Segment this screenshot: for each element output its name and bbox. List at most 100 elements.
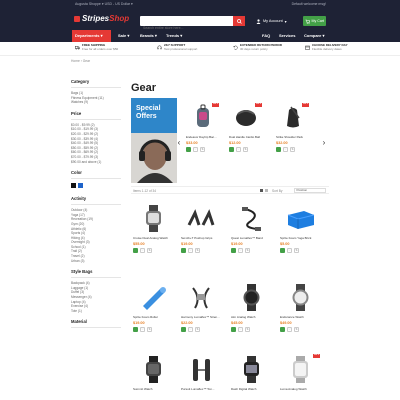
special-offers-banner[interactable]: Special Offers [131, 98, 177, 183]
compare-icon[interactable]: ⇅ [290, 147, 295, 152]
add-to-cart-button[interactable] [181, 248, 186, 253]
product-card[interactable]: Set Ab+T Pushup Grips $19.00 ♡ ⇅ [179, 201, 224, 261]
compare-icon[interactable]: ⇅ [200, 147, 205, 152]
product-card[interactable]: Sprite Foam Roller $19.00 ♡ ⇅ [131, 280, 176, 340]
add-to-cart-button[interactable] [276, 147, 281, 152]
compare-icon[interactable]: ⇅ [245, 327, 250, 332]
compare-icon[interactable]: ⇅ [195, 248, 200, 253]
add-to-cart-button[interactable] [186, 147, 191, 152]
departments-menu[interactable]: Departments ▾ [72, 30, 111, 42]
compare-icon[interactable]: ⇅ [195, 327, 200, 332]
product-name[interactable]: Dual Handle Cardio Ball [229, 135, 263, 139]
cart-button[interactable]: My Cart [303, 16, 326, 26]
product-card[interactable]: Sprite Foam Yoga Brick $5.00 ♡ ⇅ [278, 201, 323, 261]
product-name[interactable]: Sprite Foam Roller [133, 315, 176, 319]
carousel-prev-arrow[interactable]: ‹ [176, 138, 182, 147]
wishlist-heart-icon[interactable]: ♡ [238, 327, 243, 332]
sale-badge: SALE [313, 354, 320, 358]
compare-icon[interactable]: ⇅ [294, 327, 299, 332]
filter-title[interactable]: Style Bags [71, 269, 121, 279]
product-name[interactable]: Summit Watch [133, 387, 176, 391]
nav-item-faq[interactable]: FAQ [262, 30, 270, 42]
wishlist-heart-icon[interactable]: ♡ [287, 327, 292, 332]
nav-item-services[interactable]: Services [279, 30, 295, 42]
nav-item-brands[interactable]: Brands ▾ [140, 30, 157, 42]
compare-icon[interactable]: ⇅ [245, 248, 250, 253]
carousel-next-arrow[interactable]: › [321, 138, 327, 147]
add-to-cart-button[interactable] [133, 248, 138, 253]
store-logo[interactable]: StripesShop [74, 13, 129, 24]
wishlist-heart-icon[interactable]: ♡ [140, 248, 145, 253]
wishlist-heart-icon[interactable]: ♡ [238, 248, 243, 253]
compare-icon[interactable]: ⇅ [243, 147, 248, 152]
add-to-cart-button[interactable] [229, 147, 234, 152]
account-link[interactable]: My Account ▾ [256, 18, 287, 24]
wishlist-heart-icon[interactable]: ♡ [188, 327, 193, 332]
add-to-cart-button[interactable] [280, 327, 285, 332]
search-button[interactable] [233, 16, 245, 26]
filter-option[interactable]: Tote (1) [71, 309, 121, 314]
cardio-ball-image [236, 110, 256, 126]
filter-title[interactable]: Material [71, 319, 121, 329]
product-price: $19.00 [133, 321, 145, 325]
product-card[interactable]: Harmony Lumaflex™ Stren... $22.00 ♡ ⇅ [179, 280, 224, 340]
product-name[interactable]: Strike Shoulder Pack [276, 135, 310, 139]
nav-item-trends[interactable]: Trends ▾ [166, 30, 182, 42]
filter-title[interactable]: Category [71, 79, 121, 88]
wishlist-heart-icon[interactable]: ♡ [287, 248, 292, 253]
store-currency-switcher[interactable]: Augusta Shoppe ▾ USD - US Dollar ▾ [75, 2, 133, 6]
product-name[interactable]: Dash Digital Watch [231, 387, 274, 391]
product-card[interactable]: SALE Luma Analog Watch [278, 352, 323, 400]
grid-view-icon[interactable] [260, 189, 263, 192]
cart-icon [305, 19, 310, 24]
filter-option[interactable]: $90.00 and above (1) [71, 160, 121, 165]
product-name[interactable]: Set Ab+T Pushup Grips [181, 236, 224, 240]
filter-title[interactable]: Price [71, 111, 121, 120]
add-to-cart-button[interactable] [231, 327, 236, 332]
add-to-cart-button[interactable] [181, 327, 186, 332]
promo-product-card[interactable]: SALE Endeavor Daytrip Bac... $33.00 ♡ ⇅ [186, 98, 220, 183]
list-view-icon[interactable] [264, 189, 268, 192]
breadcrumb[interactable]: Home › Gear [71, 59, 90, 63]
sort-select[interactable]: Position [294, 188, 326, 193]
product-card[interactable]: Quest Lumaflex™ Band $19.00 ♡ ⇅ [229, 201, 274, 261]
wishlist-heart-icon[interactable]: ♡ [188, 248, 193, 253]
product-card[interactable]: Endurance Watch $49.00 ♡ ⇅ [278, 280, 323, 340]
product-name[interactable]: Luma Analog Watch [280, 387, 323, 391]
wishlist-heart-icon[interactable]: ♡ [283, 147, 288, 152]
color-swatch-blue[interactable] [77, 183, 83, 189]
add-to-cart-button[interactable] [280, 248, 285, 253]
add-to-cart-button[interactable] [231, 248, 236, 253]
nav-item-compare[interactable]: Compare ▾ [304, 30, 324, 42]
promo-product-card[interactable]: SALE Dual Handle Cardio Ball $12.00 ♡ ⇅ [229, 98, 263, 183]
view-mode-switcher[interactable] [260, 189, 268, 192]
wishlist-heart-icon[interactable]: ♡ [140, 327, 145, 332]
compare-icon[interactable]: ⇅ [147, 248, 152, 253]
product-name[interactable]: Endeavor Daytrip Bac... [186, 135, 220, 139]
product-name[interactable]: Sprite Foam Yoga Brick [280, 236, 323, 240]
wishlist-heart-icon[interactable]: ♡ [193, 147, 198, 152]
filter-title[interactable]: Color [71, 170, 121, 180]
product-name[interactable]: Pursuit Lumaflex™ Ton... [181, 387, 224, 391]
promo-product-card[interactable]: SALE Strike Shoulder Pack $32.00 ♡ ⇅ [276, 98, 310, 183]
product-name[interactable]: Harmony Lumaflex™ Stren... [181, 315, 224, 319]
wishlist-heart-icon[interactable]: ♡ [236, 147, 241, 152]
compare-icon[interactable]: ⇅ [294, 248, 299, 253]
color-swatch-black[interactable] [71, 183, 76, 189]
product-name[interactable]: Endurance Watch [280, 315, 323, 319]
filter-option[interactable]: Watches (9) [71, 100, 121, 105]
nav-item-sale[interactable]: Sale ▾ [118, 30, 129, 42]
filter-option[interactable]: Urban (3) [71, 259, 121, 264]
compare-icon[interactable]: ⇅ [147, 327, 152, 332]
product-card[interactable]: Aim Analog Watch $45.00 ♡ ⇅ [229, 280, 274, 340]
product-card[interactable]: Pursuit Lumaflex™ Ton... [179, 352, 224, 400]
product-card[interactable]: Summit Watch [131, 352, 176, 400]
filter-title[interactable]: Activity [71, 196, 121, 206]
product-name[interactable]: Quest Lumaflex™ Band [231, 236, 274, 240]
product-name[interactable]: Cruise Dual Analog Watch [133, 236, 176, 240]
product-card[interactable]: Cruise Dual Analog Watch $55.00 ♡ ⇅ [131, 201, 176, 261]
add-to-cart-button[interactable] [133, 327, 138, 332]
product-name[interactable]: Aim Analog Watch [231, 315, 274, 319]
watch-image [292, 284, 309, 311]
product-card[interactable]: Dash Digital Watch [229, 352, 274, 400]
